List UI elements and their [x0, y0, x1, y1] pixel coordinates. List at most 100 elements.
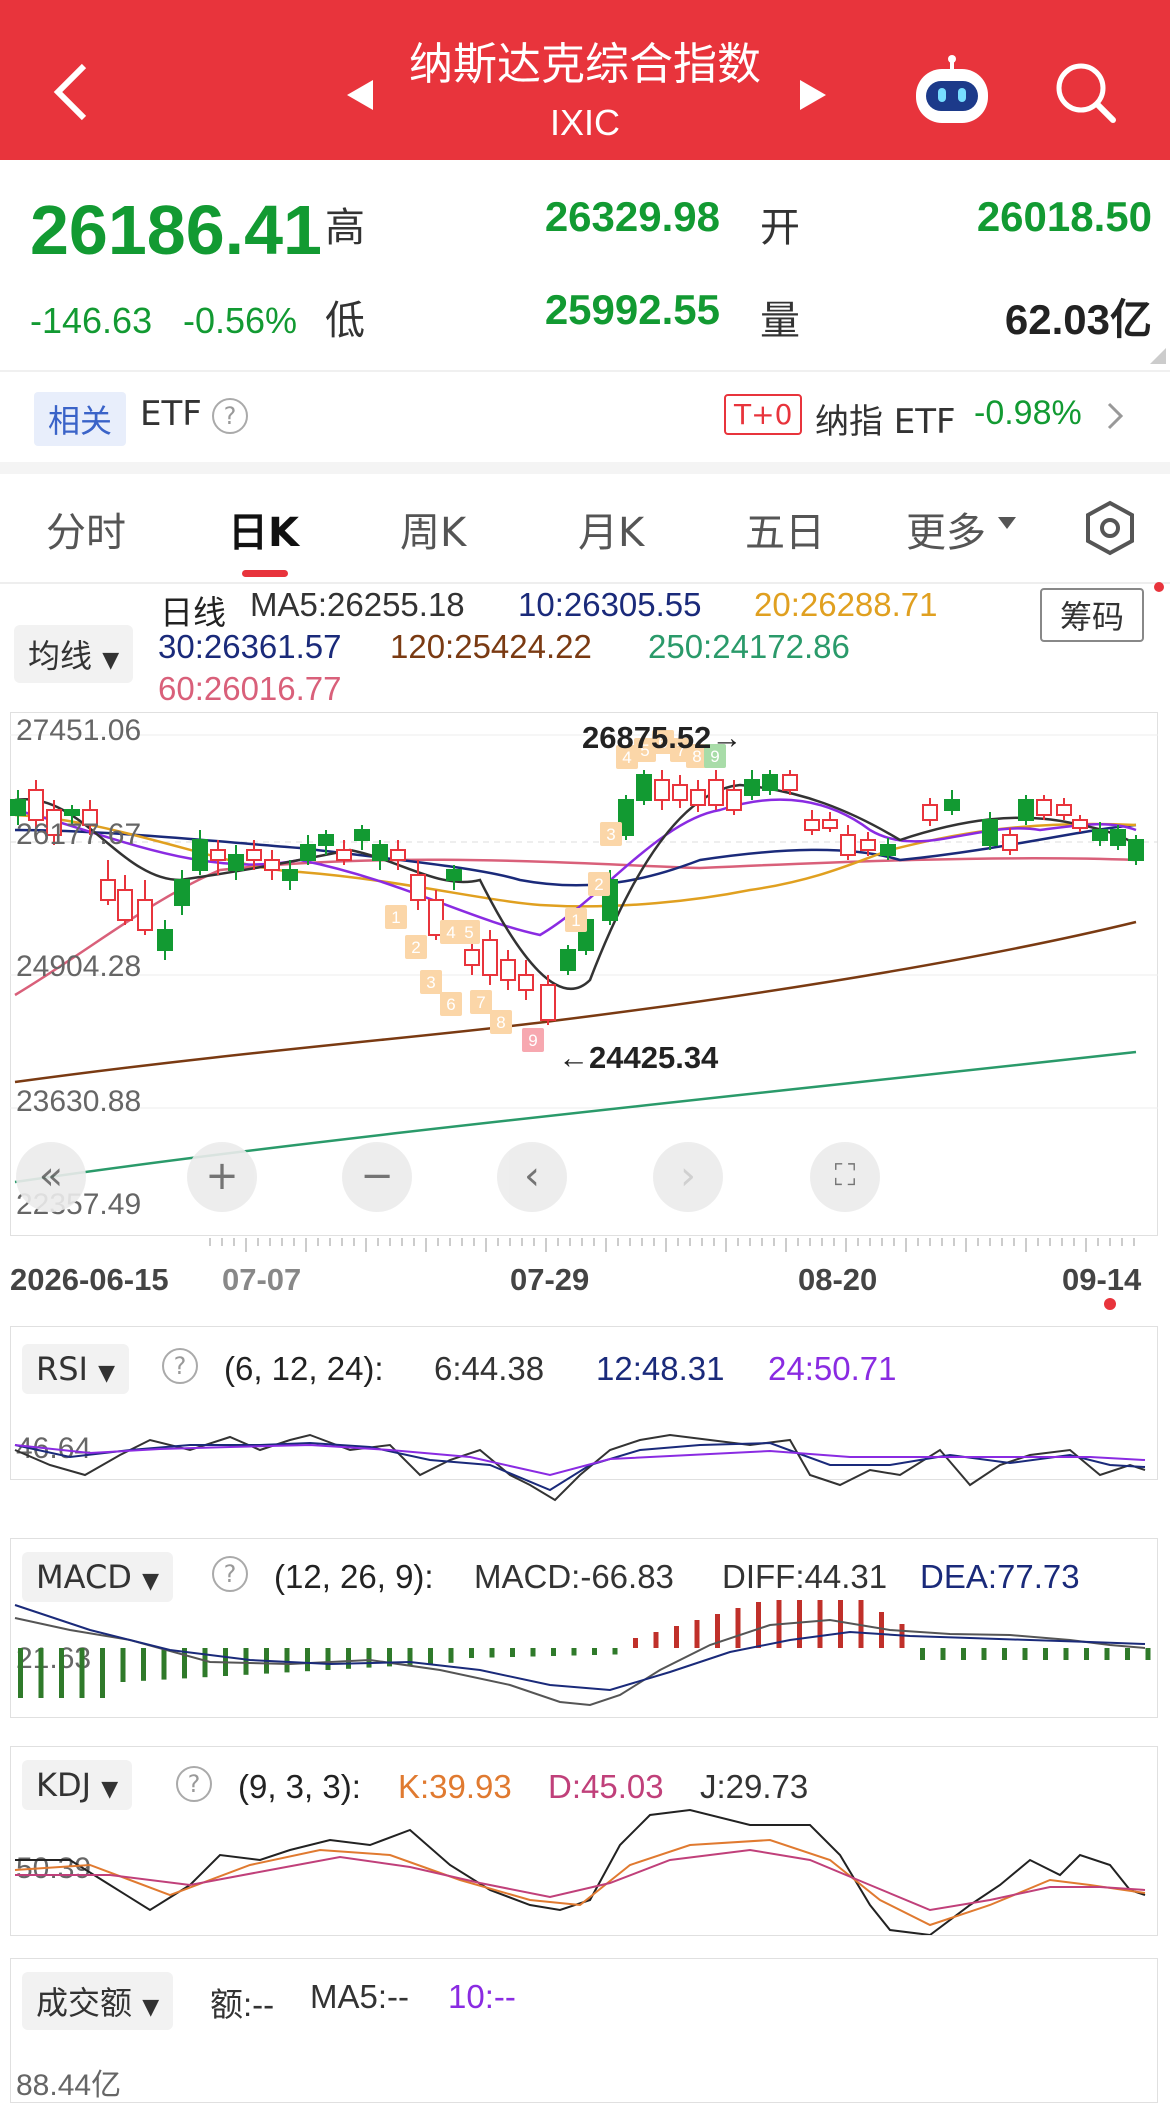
- period-low-marker: ←24425.34: [558, 1040, 719, 1075]
- macd-bar: [79, 1648, 85, 1698]
- dea-value: DEA:77.73: [920, 1558, 1080, 1595]
- td-label: 3: [606, 825, 615, 844]
- macd-bar: [961, 1648, 966, 1660]
- macd-bar: [940, 1648, 946, 1660]
- macd-bar: [284, 1648, 290, 1673]
- candle-body: [744, 779, 760, 796]
- date-axis-ticks: [209, 1238, 1135, 1252]
- candle-body: [354, 829, 370, 841]
- k-value: K:39.93: [398, 1768, 512, 1805]
- amount-axis-label: 88.44亿: [16, 2069, 122, 2102]
- macd-bar: [612, 1648, 618, 1655]
- candle-body: [300, 844, 316, 861]
- candle-body: [922, 804, 938, 821]
- help-icon[interactable]: ?: [176, 1766, 212, 1802]
- candle-body: [762, 774, 778, 791]
- candle-body: [860, 839, 876, 851]
- help-icon[interactable]: ?: [162, 1348, 198, 1384]
- td-label: 1: [571, 911, 580, 930]
- date-label: 2026-06-15: [10, 1262, 169, 1297]
- zoom-out-icon[interactable]: −: [342, 1142, 412, 1212]
- candle-body: [246, 849, 262, 861]
- macd-bar: [100, 1648, 105, 1698]
- rsi-select[interactable]: RSI ▼: [22, 1344, 130, 1394]
- candle-body: [782, 774, 798, 791]
- kdj-chart: [14, 1808, 1146, 1935]
- date-label: 07-29: [510, 1262, 590, 1297]
- latest-dot: [1104, 1298, 1116, 1310]
- rsi12-value: 12:48.31: [596, 1350, 725, 1387]
- candle-body: [822, 819, 838, 829]
- macd-histogram: [18, 1600, 1151, 1698]
- candle-body: [982, 819, 998, 846]
- diff-value: DIFF:44.31: [722, 1558, 888, 1595]
- pan-right-icon[interactable]: ›: [653, 1142, 723, 1212]
- macd-bar: [141, 1648, 146, 1681]
- macd-bar: [981, 1648, 987, 1660]
- candle-body: [708, 779, 724, 806]
- macd-bar: [1125, 1648, 1130, 1660]
- candle-body: [654, 779, 670, 801]
- candle-body: [690, 789, 706, 806]
- macd-bar: [674, 1626, 679, 1648]
- macd-select-label: MACD: [36, 1558, 132, 1596]
- macd-bar: [1002, 1648, 1007, 1660]
- td-label: 9: [528, 1031, 537, 1050]
- zoom-in-icon[interactable]: +: [187, 1142, 257, 1212]
- caret-down-icon: ▼: [101, 1777, 119, 1802]
- td-label: 6: [446, 995, 455, 1014]
- macd-bar: [346, 1648, 351, 1669]
- date-label: 07-07: [222, 1262, 302, 1297]
- date-label: 09-14: [1062, 1262, 1142, 1297]
- candle-body: [672, 784, 688, 801]
- amount-panel: [10, 1958, 1158, 2103]
- macd-bar: [428, 1648, 433, 1664]
- candle-body: [157, 929, 173, 951]
- macd-bar: [202, 1648, 208, 1678]
- amount-ma5: MA5:--: [310, 1978, 409, 2015]
- candle-body: [264, 859, 280, 871]
- help-icon[interactable]: ?: [212, 1556, 248, 1592]
- candle-body: [560, 949, 576, 971]
- candle-body: [464, 949, 480, 966]
- candle-body: [100, 879, 116, 901]
- candle-body: [137, 899, 153, 931]
- candle-body: [1018, 799, 1034, 821]
- macd-bar: [1145, 1648, 1151, 1660]
- macd-bar: [366, 1648, 372, 1668]
- macd-select[interactable]: MACD ▼: [22, 1552, 174, 1602]
- candle-body: [410, 874, 426, 901]
- candle-body: [944, 799, 960, 811]
- rewind-icon[interactable]: «: [16, 1142, 86, 1212]
- candle-body: [336, 849, 352, 861]
- candle-body: [1110, 829, 1126, 846]
- macd-bar: [1084, 1648, 1089, 1660]
- candle-body: [1056, 804, 1072, 816]
- amount-select[interactable]: 成交额 ▼: [22, 1972, 174, 2030]
- pan-left-icon[interactable]: ‹: [497, 1142, 567, 1212]
- td-label: 5: [464, 923, 473, 942]
- macd-bar: [838, 1600, 843, 1648]
- caret-down-icon: ▼: [142, 1569, 160, 1594]
- kline-chart[interactable]: 1234 56 7891234 5 6 7 8 9: [0, 0, 1170, 1300]
- candle-body: [228, 854, 244, 871]
- candle-body: [482, 939, 498, 976]
- candle-body: [840, 834, 856, 856]
- kdj-select[interactable]: KDJ ▼: [22, 1760, 133, 1810]
- candle-body: [726, 789, 742, 811]
- macd-bar: [38, 1648, 44, 1698]
- macd-bar: [1022, 1648, 1028, 1660]
- fullscreen-icon[interactable]: ⛶: [810, 1142, 880, 1212]
- macd-bar: [120, 1648, 126, 1682]
- candle-body: [880, 844, 896, 856]
- macd-bar: [305, 1648, 310, 1672]
- macd-bar: [530, 1648, 536, 1657]
- kdj-select-label: KDJ: [36, 1766, 92, 1804]
- macd-bar: [469, 1648, 474, 1658]
- macd-bar: [161, 1648, 167, 1680]
- amount-ma10: 10:--: [448, 1978, 516, 2015]
- candle-body: [1092, 829, 1108, 841]
- td-label: 8: [496, 1013, 505, 1032]
- macd-bar: [633, 1638, 638, 1648]
- td-label: 7: [476, 993, 485, 1012]
